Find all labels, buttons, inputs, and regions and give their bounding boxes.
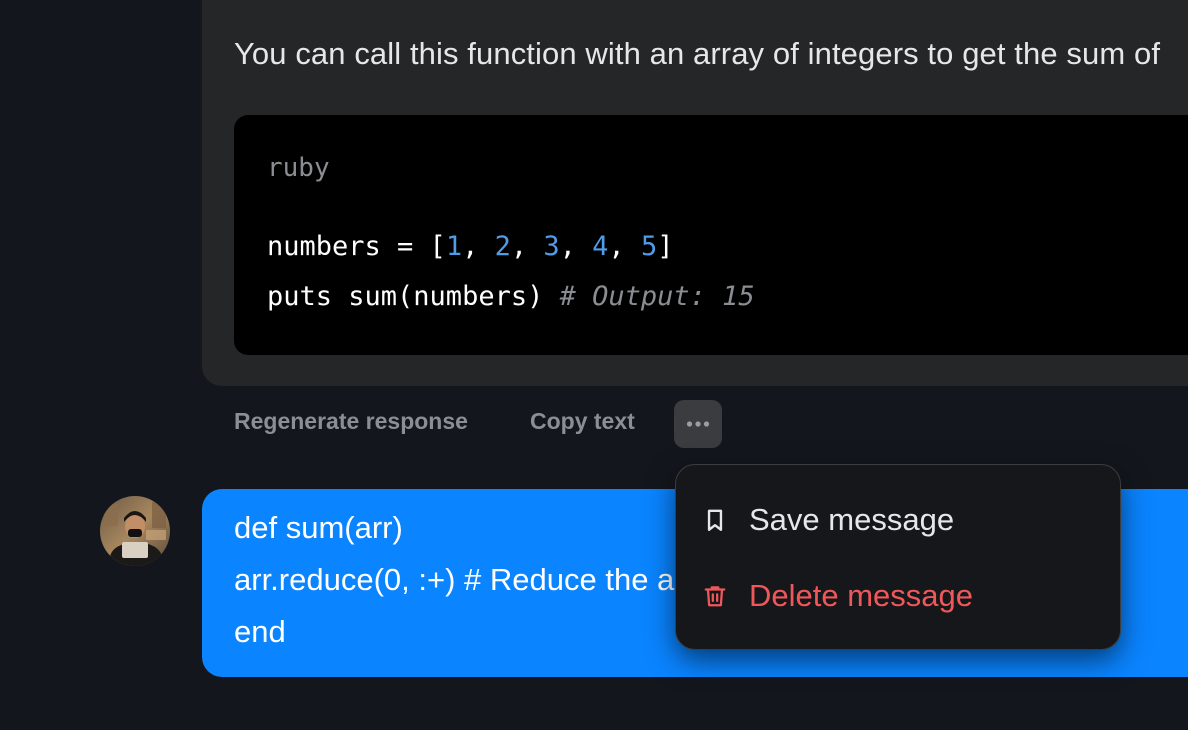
copy-text-button[interactable]: Copy text [530,408,635,435]
code-line-2: puts sum(numbers) # Output: 15 [267,281,755,312]
message-options-menu: Save message Delete message [675,464,1121,650]
number-literal: 4 [592,231,609,262]
code-text: numbers = [ [267,231,446,262]
chat-page: You can call this function with an array… [0,0,1188,730]
delete-message-label: Delete message [749,578,974,613]
avatar [100,496,170,566]
number-literal: 5 [640,231,658,262]
code-separator: , [559,231,593,262]
save-message-menu-item[interactable]: Save message [702,495,1092,545]
code-text: ] [657,231,674,262]
more-options-button[interactable] [674,400,722,448]
number-literal: 2 [494,231,511,262]
code-line-1: numbers = [1, 2, 3, 4, 5] [267,231,673,262]
regenerate-response-button[interactable]: Regenerate response [234,408,468,435]
bookmark-icon [707,509,723,531]
assistant-message-text: You can call this function with an array… [234,36,1161,71]
code-block: ruby numbers = [1, 2, 3, 4, 5] puts sum(… [234,115,1188,355]
user-message-line: def sum(arr) [234,510,403,545]
ellipsis-icon [686,421,710,427]
user-message-line: end [234,614,286,649]
number-literal: 3 [543,231,560,262]
code-text: puts sum(numbers) [267,281,560,312]
code-separator: , [462,231,495,262]
code-separator: , [510,231,544,262]
code-comment: # Output: 15 [559,281,755,312]
code-separator: , [608,231,641,262]
number-literal: 1 [445,231,463,262]
save-message-label: Save message [749,502,955,537]
trash-icon [704,586,726,607]
delete-message-menu-item[interactable]: Delete message [702,571,1092,621]
user-avatar-image [100,496,170,566]
code-language-label: ruby [267,153,330,183]
